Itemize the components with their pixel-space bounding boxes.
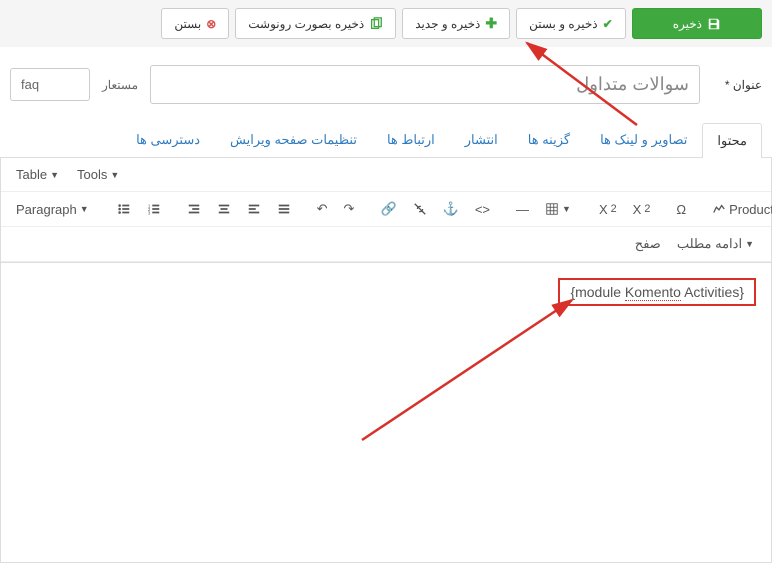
tabs-bar: محتوا تصاویر و لینک ها گزینه ها انتشار ا… (0, 122, 772, 158)
tab-config[interactable]: تنظیمات صفحه ویرایش (215, 122, 372, 157)
action-toolbar: ذخیره ✔ ذخیره و بستن ✚ ذخیره و جدید ذخیر… (0, 0, 772, 47)
menu-table[interactable]: Table▼ (9, 163, 68, 186)
align-left-icon[interactable] (240, 198, 268, 220)
tab-images[interactable]: تصاویر و لینک ها (585, 122, 702, 157)
save-icon (707, 16, 721, 31)
readmore-button[interactable]: ▼ ادامه مطلب (670, 232, 763, 256)
close-icon: ⊗ (206, 17, 216, 31)
redo-icon[interactable]: ↷ (337, 197, 362, 221)
subscript-icon[interactable]: X2 (592, 198, 624, 221)
title-row: عنوان * مستعار (0, 47, 772, 114)
tab-content[interactable]: محتوا (702, 123, 762, 158)
save-close-label: ذخیره و بستن (529, 17, 598, 31)
close-button[interactable]: ⊗ بستن (161, 8, 229, 39)
plus-icon: ✚ (485, 15, 497, 32)
menu-tools[interactable]: Tools▼ (70, 163, 128, 186)
omega-icon[interactable]: Ω (669, 198, 693, 221)
title-input[interactable] (150, 65, 700, 104)
caret-icon: ▼ (562, 204, 571, 214)
superscript-icon[interactable]: X2 (626, 198, 658, 221)
page-button[interactable]: صفح (628, 232, 668, 256)
product-button[interactable]: Product (705, 198, 772, 221)
align-center-icon[interactable] (210, 198, 238, 220)
anchor-icon[interactable]: ⚓ (436, 197, 466, 221)
close-label: بستن (174, 17, 201, 31)
alias-input[interactable] (10, 68, 90, 101)
save-button[interactable]: ذخیره (632, 8, 762, 39)
number-list-icon[interactable]: 123 (140, 198, 168, 220)
editor-content-area[interactable]: {module Komento Activities} (0, 263, 772, 563)
check-icon: ✔ (603, 17, 613, 31)
editor-menu-row: Table▼ Tools▼ (1, 158, 771, 192)
bullet-list-icon[interactable] (110, 198, 138, 220)
copy-icon (369, 16, 383, 31)
module-tag-text: {module Komento Activities} (558, 278, 756, 306)
tab-assoc[interactable]: ارتباط ها (372, 122, 450, 157)
save-new-label: ذخیره و جدید (415, 17, 480, 31)
tab-options[interactable]: گزینه ها (513, 122, 585, 157)
caret-icon: ▼ (110, 170, 119, 180)
save-new-button[interactable]: ✚ ذخیره و جدید (402, 8, 510, 39)
caret-icon: ▼ (745, 239, 754, 249)
unlink-icon[interactable] (406, 198, 434, 220)
save-label: ذخیره (673, 17, 702, 31)
alias-label: مستعار (102, 78, 138, 92)
paragraph-select[interactable]: Paragraph▼ (9, 198, 98, 221)
svg-text:3: 3 (148, 210, 151, 215)
tab-publish[interactable]: انتشار (450, 122, 513, 157)
link-icon[interactable]: 🔗 (373, 197, 403, 221)
undo-icon[interactable]: ↶ (310, 197, 335, 221)
align-right-icon[interactable] (180, 198, 208, 220)
save-close-button[interactable]: ✔ ذخیره و بستن (516, 8, 626, 39)
code-icon[interactable]: <> (468, 198, 497, 221)
caret-icon: ▼ (50, 170, 59, 180)
tab-perms[interactable]: دسترسی ها (121, 122, 215, 157)
save-copy-label: ذخیره بصورت رونوشت (248, 17, 364, 31)
editor-toolbar: Table▼ Tools▼ Paragraph▼ 123 ↶ ↷ 🔗 ⚓ <> … (0, 158, 772, 263)
save-copy-button[interactable]: ذخیره بصورت رونوشت (235, 8, 396, 39)
align-justify-icon[interactable] (270, 198, 298, 220)
hr-icon[interactable]: ― (509, 198, 536, 221)
editor-buttons-row: Paragraph▼ 123 ↶ ↷ 🔗 ⚓ <> ― ▼ X2 X2 Ω Pr… (1, 192, 771, 227)
editor-extra-row: ▼ ادامه مطلب صفح (1, 227, 771, 262)
caret-icon: ▼ (80, 204, 89, 214)
title-label: عنوان * (712, 78, 762, 92)
table-icon[interactable]: ▼ (538, 198, 580, 220)
